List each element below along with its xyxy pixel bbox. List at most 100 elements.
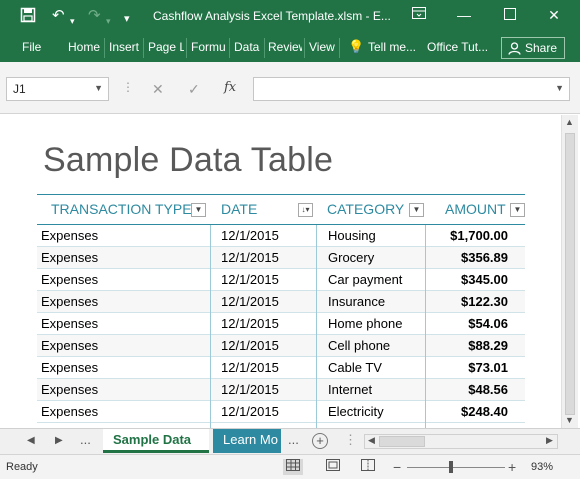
redo-icon[interactable]: ↷ [88,7,101,25]
zoom-slider-thumb[interactable] [449,461,453,473]
tab-home[interactable]: Home [68,40,102,54]
page-break-view-icon[interactable] [358,459,378,475]
cell-date[interactable]: 12/1/2015 [221,316,279,331]
enter-icon[interactable]: ✓ [188,81,200,98]
column-header-category[interactable]: CATEGORY [327,194,411,224]
chevron-down-icon[interactable]: ▼ [94,83,103,93]
table-row: Expenses 12/1/2015 Housing $1,700.00 [37,225,525,247]
lightbulb-icon[interactable]: 💡 [348,39,364,55]
filter-dropdown-icon[interactable]: ▼ [409,203,424,217]
cell-amount[interactable]: $248.40 [461,404,508,419]
cell-transaction-type[interactable]: Expenses [41,294,98,309]
more-sheets-left[interactable]: ... [80,432,91,447]
scroll-left-icon[interactable]: ◀ [368,435,375,446]
cell-amount[interactable]: $48.56 [468,382,508,397]
cell-amount[interactable]: $122.30 [461,294,508,309]
cell-transaction-type[interactable]: Expenses [41,338,98,353]
save-icon[interactable] [20,7,36,28]
maximize-button[interactable] [498,6,522,24]
page-layout-view-icon[interactable] [323,459,343,475]
redo-dropdown-icon[interactable]: ▾ [106,12,111,30]
next-sheet-icon[interactable]: ▶ [55,435,63,446]
filter-dropdown-icon[interactable]: ▼ [510,203,525,217]
zoom-level[interactable]: 93% [531,461,553,473]
tab-learn-more[interactable]: Learn Mo [213,429,281,453]
office-tutorials-link[interactable]: Office Tut... [427,40,493,54]
cell-date[interactable]: 12/1/2015 [221,228,279,243]
cell-transaction-type[interactable]: Expenses [41,360,98,375]
cell-date[interactable]: 12/1/2015 [221,404,279,419]
cell-transaction-type[interactable]: Expenses [41,272,98,287]
undo-icon[interactable]: ↶ [52,7,65,25]
scroll-up-icon[interactable]: ▲ [565,117,574,127]
cell-date[interactable]: 12/1/2015 [221,382,279,397]
tab-page-layout[interactable]: Page L [148,40,184,54]
cell-transaction-type[interactable]: Expenses [41,228,98,243]
customize-toolbar-icon[interactable]: ▾ [124,10,130,28]
formula-bar-grip-icon[interactable]: ⋮ [122,80,134,94]
tab-file[interactable]: File [22,40,41,54]
scroll-down-icon[interactable]: ▼ [565,415,574,425]
column-header-date[interactable]: DATE [221,194,301,224]
cell-category[interactable]: Internet [328,382,372,397]
tab-splitter-icon[interactable]: ⋮ [344,432,357,448]
cell-category[interactable]: Cable TV [328,360,382,375]
add-sheet-button[interactable]: + [312,433,328,449]
cell-amount[interactable]: $345.00 [461,272,508,287]
horizontal-scrollbar[interactable]: ◀ ▶ [364,434,558,449]
expand-formula-icon[interactable]: ▼ [555,83,564,93]
cell-amount[interactable]: $1,700.00 [450,228,508,243]
cell-category[interactable]: Car payment [328,272,402,287]
cell-amount[interactable]: $73.01 [468,360,508,375]
tab-view[interactable]: View [309,40,337,54]
cell-transaction-type[interactable]: Expenses [41,382,98,397]
cell-date[interactable]: 12/1/2015 [221,360,279,375]
share-button[interactable]: Share [501,37,565,59]
cell-date[interactable]: 12/1/2015 [221,272,279,287]
cell-amount[interactable]: $88.29 [468,338,508,353]
normal-view-icon[interactable] [283,459,303,475]
column-header-transaction-type[interactable]: TRANSACTION TYPE [51,194,201,224]
cell-category[interactable]: Electricity [328,404,384,419]
zoom-in-button[interactable]: + [508,459,516,475]
sort-filter-icon[interactable]: ↓▾ [298,203,313,217]
name-box[interactable]: J1 ▼ [6,77,109,101]
tab-sample-data[interactable]: Sample Data [103,429,209,453]
undo-dropdown-icon[interactable]: ▾ [70,12,75,30]
cell-category[interactable]: Home phone [328,316,402,331]
ribbon-display-icon[interactable] [407,6,431,24]
column-header-amount[interactable]: AMOUNT [445,194,513,224]
minimize-button[interactable]: — [452,6,476,24]
zoom-out-button[interactable]: − [393,459,401,475]
cell-transaction-type[interactable]: Expenses [41,316,98,331]
cell-category[interactable]: Grocery [328,250,374,265]
scroll-right-icon[interactable]: ▶ [546,435,553,446]
insert-function-icon[interactable]: fx [224,80,236,95]
tell-me-search[interactable]: Tell me... [368,40,420,54]
worksheet[interactable]: Sample Data Table TRANSACTION TYPE ▼ DAT… [2,115,561,428]
zoom-slider[interactable] [407,467,505,468]
cell-date[interactable]: 12/1/2015 [221,250,279,265]
tab-review[interactable]: Review [268,40,302,54]
horizontal-scroll-thumb[interactable] [379,436,425,447]
cell-date[interactable]: 12/1/2015 [221,294,279,309]
tab-insert[interactable]: Insert [109,40,143,54]
prev-sheet-icon[interactable]: ◀ [27,435,35,446]
cell-category[interactable]: Insurance [328,294,385,309]
cell-transaction-type[interactable]: Expenses [41,250,98,265]
cell-date[interactable]: 12/1/2015 [221,338,279,353]
tab-data[interactable]: Data [234,40,262,54]
filter-dropdown-icon[interactable]: ▼ [191,203,206,217]
close-button[interactable]: ✕ [542,6,566,24]
tab-formulas[interactable]: Formu [191,40,227,54]
cell-category[interactable]: Cell phone [328,338,390,353]
cell-amount[interactable]: $54.06 [468,316,508,331]
cell-amount[interactable]: $356.89 [461,250,508,265]
vertical-scroll-thumb[interactable] [565,133,575,415]
cancel-icon[interactable]: ✕ [152,81,164,98]
cell-transaction-type[interactable]: Expenses [41,404,98,419]
vertical-scrollbar[interactable]: ▲ ▼ [561,115,578,428]
cell-category[interactable]: Housing [328,228,376,243]
formula-input[interactable]: ▼ [253,77,570,101]
more-sheets-right[interactable]: ... [288,432,299,447]
